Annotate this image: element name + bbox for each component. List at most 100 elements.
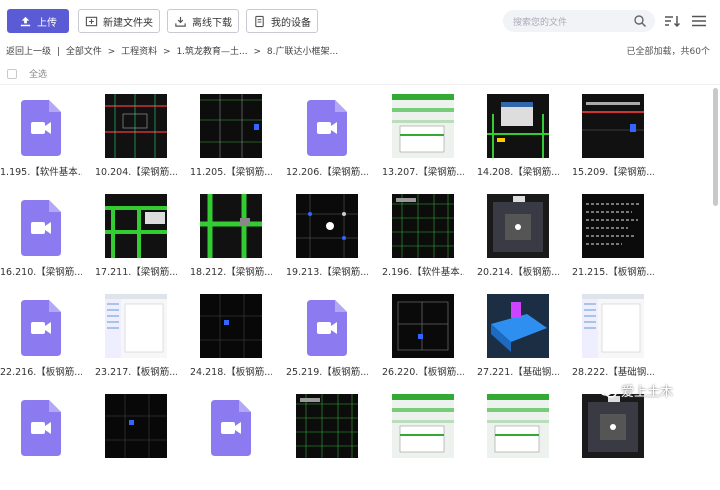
- watermark: 爱上土木: [599, 381, 673, 400]
- breadcrumb-bar: |: [56, 47, 60, 57]
- file-tile-video[interactable]: 22.216.【板钢筋...: [0, 294, 82, 390]
- file-tile-image[interactable]: [382, 394, 464, 490]
- divider: [0, 84, 720, 85]
- file-tile-image[interactable]: 26.220.【板钢筋...: [382, 294, 464, 390]
- offline-download-button[interactable]: 离线下载: [167, 9, 239, 33]
- upload-icon: [20, 16, 31, 26]
- image-thumbnail: [296, 394, 358, 458]
- video-file-icon: [211, 400, 251, 456]
- file-name: 10.204.【梁钢筋...: [95, 167, 177, 178]
- image-thumbnail: [200, 294, 262, 358]
- search-placeholder: 搜索您的文件: [513, 17, 568, 28]
- file-tile-image[interactable]: [95, 394, 177, 490]
- watermark-text: 爱上土木: [621, 385, 674, 400]
- file-tile-image[interactable]: 24.218.【板钢筋...: [190, 294, 272, 390]
- file-tile-video[interactable]: 12.206.【梁钢筋...: [286, 94, 368, 190]
- file-name: 11.205.【梁钢筋...: [190, 167, 272, 178]
- image-thumbnail: [582, 194, 644, 258]
- breadcrumb: 返回上一级 | 全部文件 > 工程资料 > 1.筑龙教育—土... > 8.广联…: [6, 44, 341, 57]
- select-all[interactable]: 全选: [7, 67, 47, 80]
- image-thumbnail: [296, 194, 358, 258]
- sort-icon[interactable]: [663, 13, 681, 29]
- upload-button[interactable]: 上传: [7, 9, 69, 33]
- toolbar: 上传 新建文件夹 离线下载 我的设备 搜索您的文件: [0, 0, 720, 40]
- video-file-icon: [21, 100, 61, 156]
- file-tile-image[interactable]: [572, 394, 654, 490]
- file-name: 18.212.【梁钢筋...: [190, 267, 272, 278]
- select-all-checkbox[interactable]: [7, 68, 17, 79]
- file-tile-video[interactable]: 1.195.【软件基本...: [0, 94, 82, 190]
- image-thumbnail: [582, 394, 644, 458]
- file-tile-image[interactable]: 2.196.【软件基本...: [382, 194, 464, 290]
- new-folder-label: 新建文件夹: [103, 17, 153, 29]
- file-tile-video[interactable]: [190, 394, 272, 490]
- file-tile-image[interactable]: [477, 394, 559, 490]
- file-name: 26.220.【板钢筋...: [382, 367, 464, 378]
- file-tile-image[interactable]: 20.214.【板钢筋...: [477, 194, 559, 290]
- image-thumbnail: [105, 394, 167, 458]
- file-tile-image[interactable]: 10.204.【梁钢筋...: [95, 94, 177, 190]
- video-file-icon: [21, 400, 61, 456]
- file-name: 20.214.【板钢筋...: [477, 267, 559, 278]
- my-devices-label: 我的设备: [271, 17, 311, 29]
- breadcrumb-separator: >: [107, 47, 116, 57]
- video-file-icon: [21, 200, 61, 256]
- video-file-icon: [307, 100, 347, 156]
- image-thumbnail: [392, 194, 454, 258]
- wechat-icon: [599, 383, 617, 398]
- file-tile-image[interactable]: 17.211.【梁钢筋...: [95, 194, 177, 290]
- file-tile-video[interactable]: 25.219.【板钢筋...: [286, 294, 368, 390]
- file-tile-image[interactable]: 23.217.【板钢筋...: [95, 294, 177, 390]
- list-view-icon[interactable]: [690, 13, 708, 29]
- video-file-icon: [307, 300, 347, 356]
- file-name: 25.219.【板钢筋...: [286, 367, 368, 378]
- breadcrumb-item-current: 8.广联达小框架...: [266, 47, 339, 57]
- file-name: 17.211.【梁钢筋...: [95, 267, 177, 278]
- image-thumbnail: [392, 94, 454, 158]
- file-name: 23.217.【板钢筋...: [95, 367, 177, 378]
- file-name: 19.213.【梁钢筋...: [286, 267, 368, 278]
- file-tile-video[interactable]: [0, 394, 82, 490]
- file-tile-image[interactable]: 19.213.【梁钢筋...: [286, 194, 368, 290]
- breadcrumb-item-all-files[interactable]: 全部文件: [66, 47, 102, 57]
- file-tile-image[interactable]: 11.205.【梁钢筋...: [190, 94, 272, 190]
- image-thumbnail: [105, 294, 167, 358]
- file-tile-image[interactable]: 21.215.【板钢筋...: [572, 194, 654, 290]
- file-name: 13.207.【梁钢筋...: [382, 167, 464, 178]
- search-input[interactable]: 搜索您的文件: [503, 10, 655, 32]
- file-tile-image[interactable]: [286, 394, 368, 490]
- image-thumbnail: [487, 194, 549, 258]
- breadcrumb-item-engineering[interactable]: 工程资料: [121, 47, 157, 57]
- file-tile-image[interactable]: 14.208.【梁钢筋...: [477, 94, 559, 190]
- my-devices-button[interactable]: 我的设备: [246, 9, 318, 33]
- search-icon[interactable]: [633, 14, 647, 28]
- file-tile-video[interactable]: 16.210.【梁钢筋...: [0, 194, 82, 290]
- scrollbar[interactable]: [713, 88, 718, 206]
- image-thumbnail: [487, 94, 549, 158]
- upload-label: 上传: [37, 17, 57, 29]
- breadcrumb-separator: >: [163, 47, 171, 57]
- download-icon: [175, 16, 186, 27]
- new-folder-button[interactable]: 新建文件夹: [78, 9, 160, 33]
- image-thumbnail: [200, 194, 262, 258]
- image-thumbnail: [105, 194, 167, 258]
- image-thumbnail: [582, 294, 644, 358]
- video-file-icon: [21, 300, 61, 356]
- image-thumbnail: [200, 94, 262, 158]
- new-folder-icon: [85, 16, 98, 26]
- back-link[interactable]: 返回上一级: [6, 47, 51, 57]
- file-name: 14.208.【梁钢筋...: [477, 167, 559, 178]
- offline-download-label: 离线下载: [192, 17, 232, 29]
- load-status: 已全部加载，共60个: [626, 47, 710, 57]
- image-thumbnail: [105, 94, 167, 158]
- breadcrumb-item-zhulong[interactable]: 1.筑龙教育—土...: [176, 47, 247, 57]
- file-tile-image[interactable]: 27.221.【基础钢...: [477, 294, 559, 390]
- file-tile-image[interactable]: 18.212.【梁钢筋...: [190, 194, 272, 290]
- file-tile-image[interactable]: 28.222.【基础钢...: [572, 294, 654, 390]
- file-tile-image[interactable]: 13.207.【梁钢筋...: [382, 94, 464, 190]
- file-name: 27.221.【基础钢...: [477, 367, 559, 378]
- image-thumbnail: [487, 394, 549, 458]
- image-thumbnail: [487, 294, 549, 358]
- file-tile-image[interactable]: 15.209.【梁钢筋...: [572, 94, 654, 190]
- breadcrumb-separator: >: [253, 47, 262, 57]
